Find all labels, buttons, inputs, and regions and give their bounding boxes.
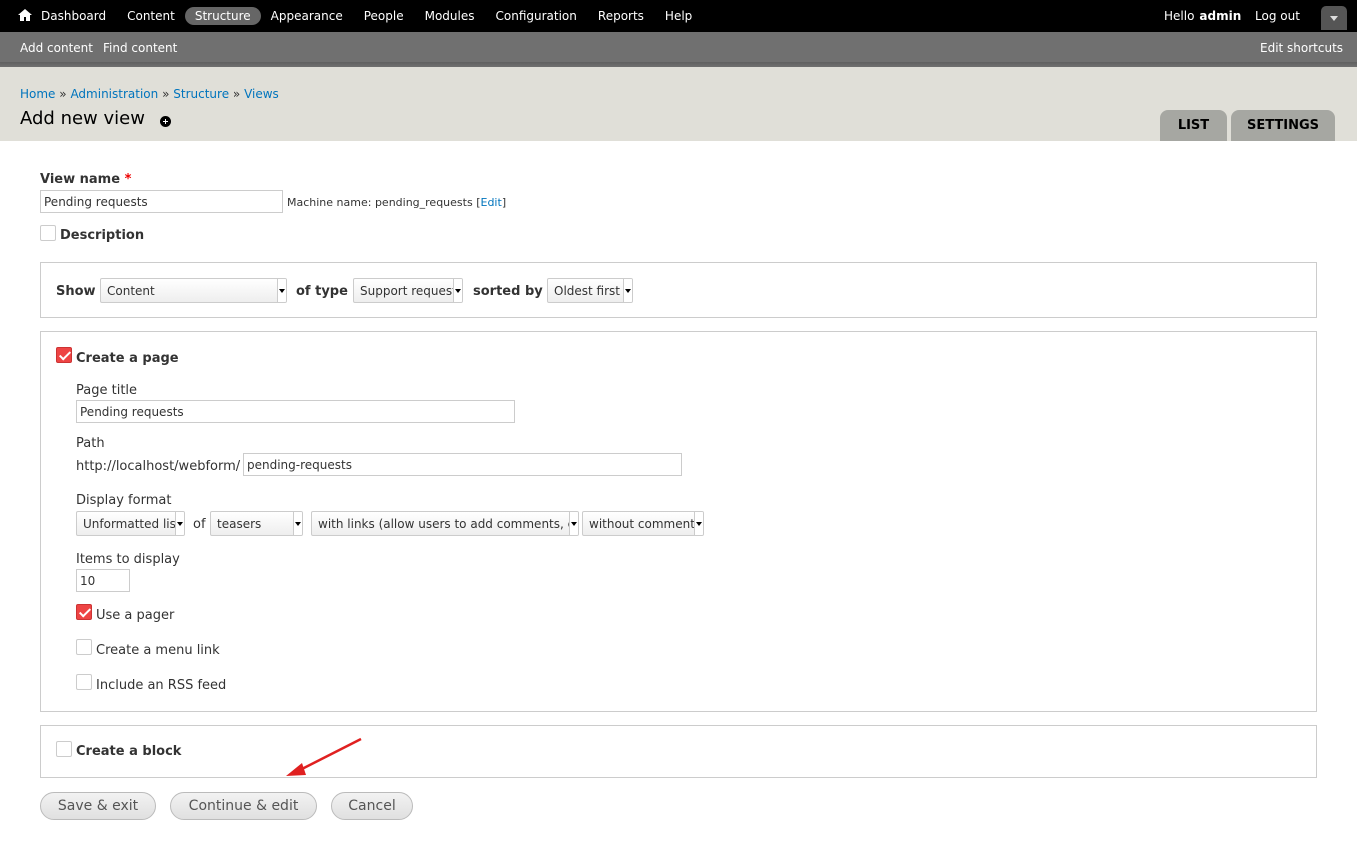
- dropdown-arrow-icon: [175, 512, 184, 535]
- admin-toolbar: Dashboard Content Structure Appearance P…: [0, 0, 1357, 32]
- links-select[interactable]: with links (allow users to add comments,…: [311, 511, 579, 536]
- menu-help[interactable]: Help: [665, 9, 692, 23]
- sort-select-value: Oldest first: [554, 283, 620, 298]
- dropdown-arrow-icon: [293, 512, 302, 535]
- breadcrumb-separator: »: [162, 87, 170, 101]
- show-label: Show: [56, 284, 96, 299]
- comments-select-value: without comments: [589, 516, 702, 531]
- shortcuts-bar: Add content Find content Edit shortcuts: [0, 32, 1357, 67]
- menu-link-label: Create a menu link: [96, 643, 220, 658]
- dropdown-arrow-icon: [453, 279, 462, 302]
- display-format-label: Display format: [76, 493, 172, 508]
- create-page-checkbox[interactable]: [56, 347, 72, 363]
- menu-content[interactable]: Content: [127, 9, 175, 23]
- create-page-label: Create a page: [76, 351, 179, 366]
- dropdown-arrow-icon: [277, 279, 286, 302]
- toolbar-menu: Dashboard Content Structure Appearance P…: [41, 0, 713, 32]
- dropdown-arrow-icon: [694, 512, 703, 535]
- menu-appearance[interactable]: Appearance: [271, 9, 343, 23]
- breadcrumb-views[interactable]: Views: [244, 87, 279, 101]
- machine-name-text: Machine name: pending_requests: [287, 196, 473, 209]
- menu-dashboard[interactable]: Dashboard: [41, 9, 106, 23]
- logout-link[interactable]: Log out: [1255, 0, 1300, 32]
- page-header: Home » Administration » Structure » View…: [0, 67, 1357, 141]
- breadcrumb-home[interactable]: Home: [20, 87, 55, 101]
- menu-modules[interactable]: Modules: [425, 9, 475, 23]
- tab-settings[interactable]: SETTINGS: [1231, 110, 1335, 141]
- row-style-select-value: teasers: [217, 516, 262, 531]
- of-type-label: of type: [296, 284, 348, 299]
- breadcrumb: Home » Administration » Structure » View…: [20, 87, 279, 101]
- view-name-label-text: View name: [40, 172, 121, 187]
- continue-edit-button[interactable]: Continue & edit: [170, 792, 317, 820]
- shortcut-find-content[interactable]: Find content: [103, 32, 177, 63]
- breadcrumb-separator: »: [59, 87, 67, 101]
- machine-name-edit-link[interactable]: Edit: [481, 196, 502, 209]
- sorted-by-label: sorted by: [473, 284, 543, 299]
- edit-shortcuts-link[interactable]: Edit shortcuts: [1260, 32, 1343, 63]
- comments-select[interactable]: without comments: [582, 511, 704, 536]
- create-block-checkbox[interactable]: [56, 741, 72, 757]
- dropdown-arrow-icon: [569, 512, 578, 535]
- rss-feed-checkbox[interactable]: [76, 674, 92, 690]
- tab-list[interactable]: LIST: [1160, 110, 1227, 141]
- breadcrumb-structure[interactable]: Structure: [173, 87, 229, 101]
- menu-structure[interactable]: Structure: [184, 7, 261, 25]
- show-fieldset: Show Content of type Support request sor…: [40, 262, 1317, 318]
- home-icon[interactable]: [17, 7, 33, 23]
- use-pager-label: Use a pager: [96, 608, 175, 623]
- description-label: Description: [60, 228, 145, 243]
- shortcut-add-content[interactable]: Add content: [20, 32, 93, 63]
- menu-reports[interactable]: Reports: [598, 9, 644, 23]
- view-name-label: View name *: [40, 172, 131, 187]
- path-input[interactable]: [243, 453, 682, 476]
- block-fieldset: Create a block: [40, 725, 1317, 778]
- path-prefix: http://localhost/webform/: [76, 459, 241, 474]
- user-greeting: Hello admin: [1164, 0, 1241, 32]
- items-to-display-input[interactable]: [76, 569, 130, 592]
- chevron-down-icon: [1330, 16, 1338, 21]
- type-select[interactable]: Support request: [353, 278, 463, 303]
- rss-feed-label: Include an RSS feed: [96, 678, 227, 693]
- path-label: Path: [76, 436, 105, 451]
- page-title-label: Page title: [76, 383, 138, 398]
- machine-name: Machine name: pending_requests [Edit]: [287, 196, 507, 209]
- sort-select[interactable]: Oldest first: [547, 278, 633, 303]
- save-exit-button[interactable]: Save & exit: [40, 792, 156, 820]
- view-name-input[interactable]: [40, 190, 283, 213]
- dropdown-arrow-icon: [623, 279, 632, 302]
- breadcrumb-administration[interactable]: Administration: [70, 87, 158, 101]
- links-select-value: with links (allow users to add comments,…: [318, 516, 579, 531]
- of-label: of: [193, 517, 206, 532]
- page-title-input[interactable]: [76, 400, 515, 423]
- type-select-value: Support request: [360, 283, 457, 298]
- create-block-label: Create a block: [76, 744, 182, 759]
- menu-link-checkbox[interactable]: [76, 639, 92, 655]
- use-pager-checkbox[interactable]: [76, 604, 92, 620]
- row-style-select[interactable]: teasers: [210, 511, 303, 536]
- breadcrumb-separator: »: [232, 87, 241, 101]
- page-fieldset: Create a page Page title Path http://loc…: [40, 331, 1317, 712]
- format-select[interactable]: Unformatted list: [76, 511, 185, 536]
- toolbar-drawer-toggle[interactable]: [1321, 6, 1347, 30]
- annotation-arrow-icon: [286, 737, 362, 776]
- menu-configuration[interactable]: Configuration: [496, 9, 577, 23]
- description-checkbox[interactable]: [40, 225, 56, 241]
- items-to-display-label: Items to display: [76, 552, 180, 567]
- format-select-value: Unformatted list: [83, 516, 181, 531]
- menu-people[interactable]: People: [364, 9, 404, 23]
- add-shortcut-icon[interactable]: [160, 116, 171, 127]
- required-mark: *: [124, 172, 132, 187]
- show-select-value: Content: [107, 283, 155, 298]
- username[interactable]: admin: [1199, 9, 1241, 23]
- hello-text: Hello: [1164, 9, 1195, 23]
- show-select[interactable]: Content: [100, 278, 287, 303]
- page-title: Add new view: [20, 108, 145, 129]
- cancel-button[interactable]: Cancel: [331, 792, 413, 820]
